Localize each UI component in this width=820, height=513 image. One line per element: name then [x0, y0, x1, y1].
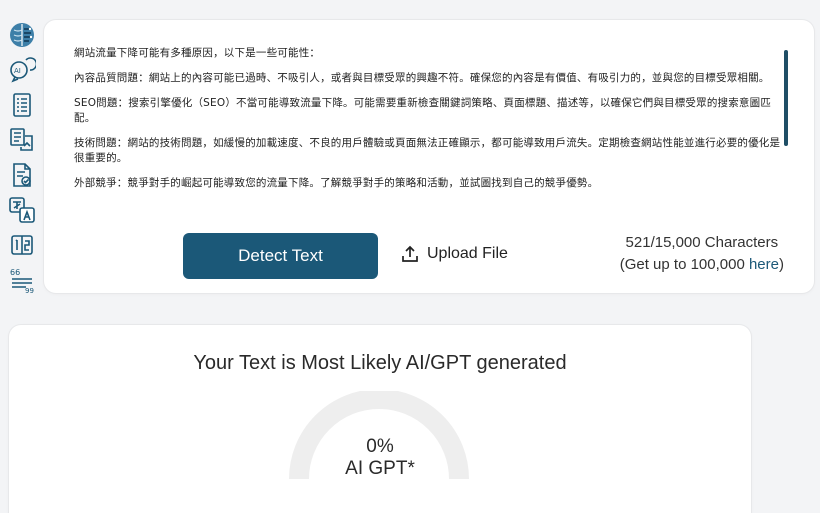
upload-file-label: Upload File: [427, 245, 508, 262]
brain-icon[interactable]: [7, 20, 37, 50]
document-list-icon[interactable]: [7, 90, 37, 120]
editor-scrollbar[interactable]: [784, 50, 788, 146]
svg-text:66: 66: [10, 268, 20, 277]
upload-file-button[interactable]: Upload File: [401, 242, 508, 266]
result-title: Your Text is Most Likely AI/GPT generate…: [193, 352, 567, 374]
editor-paragraph: 外部競爭：競爭對手的崛起可能導致您的流量下降。了解競爭對手的策略和活動，並試圖找…: [74, 177, 599, 189]
editor-paragraph: 技術問題：網站的技術問題，如緩慢的加載速度、不良的用戶體驗或頁面無法正確顯示，都…: [74, 137, 781, 164]
editor-paragraph: SEO問題：搜索引擎優化（SEO）不當可能導致流量下降。可能需要重新檢查關鍵詞策…: [74, 97, 772, 124]
document-check-icon[interactable]: [7, 160, 37, 190]
character-counter: 521/15,000 Characters (Get up to 100,000…: [620, 232, 784, 276]
word-count-icon[interactable]: [7, 230, 37, 260]
editor-paragraph: 網站流量下降可能有多種原因，以下是一些可能性：: [74, 47, 321, 59]
ai-percent: 0%: [366, 436, 394, 457]
editor-paragraph: 內容品質問題：網站上的內容可能已過時、不吸引人，或者與目標受眾的興趣不符。確保您…: [74, 72, 770, 84]
paraphrase-icon[interactable]: [7, 125, 37, 155]
result-card: Your Text is Most Likely AI/GPT generate…: [9, 325, 751, 513]
tool-sidebar: AI 66 99: [0, 20, 44, 300]
upsell-line: (Get up to 100,000 here): [620, 254, 784, 276]
detect-text-button[interactable]: Detect Text: [183, 233, 378, 279]
upsell-prefix: (Get up to 100,000: [619, 256, 749, 273]
character-count: 521/15,000 Characters: [625, 234, 779, 251]
page: AI 66 99 網站流量下降可能有多種原因，以下是一些可能性： 內容品質問題：…: [0, 0, 820, 513]
upload-icon: [402, 245, 418, 262]
quote-icon[interactable]: 66 99: [7, 265, 37, 295]
text-editor[interactable]: 網站流量下降可能有多種原因，以下是一些可能性： 內容品質問題：網站上的內容可能已…: [74, 46, 786, 226]
upsell-suffix: ): [779, 256, 784, 273]
ai-chat-icon[interactable]: AI: [7, 55, 37, 85]
ai-gpt-label: AI GPT*: [345, 458, 415, 479]
svg-text:99: 99: [25, 287, 34, 294]
translate-icon[interactable]: [7, 195, 37, 225]
svg-text:AI: AI: [14, 67, 21, 75]
upsell-link[interactable]: here: [749, 256, 779, 273]
text-input-card: 網站流量下降可能有多種原因，以下是一些可能性： 內容品質問題：網站上的內容可能已…: [44, 20, 814, 293]
